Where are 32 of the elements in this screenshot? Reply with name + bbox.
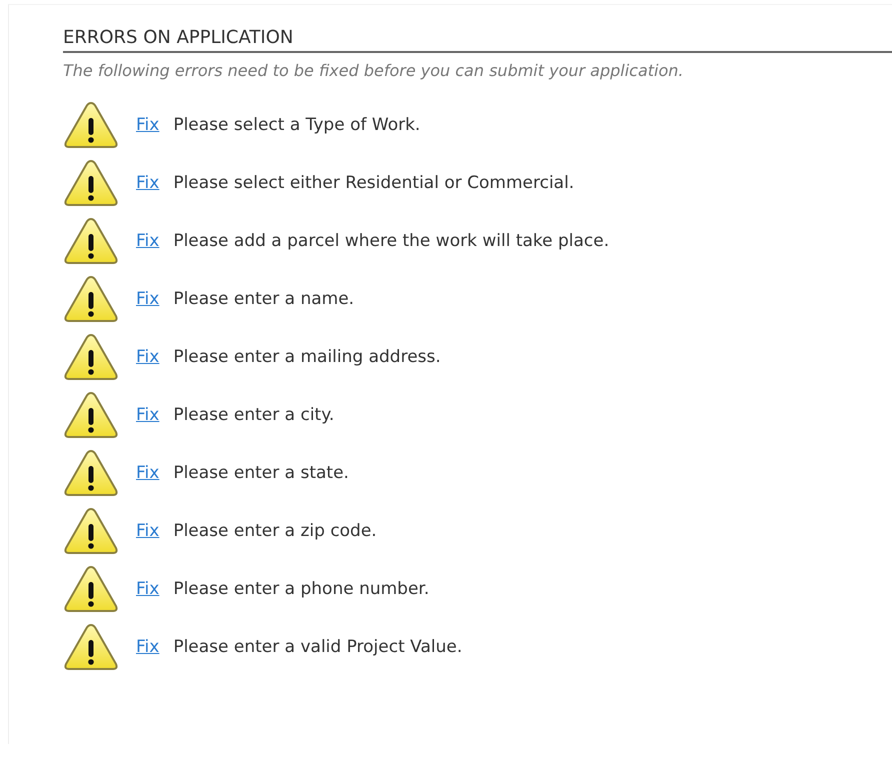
- section-description: The following errors need to be fixed before you can submit your application.: [63, 61, 685, 80]
- fix-link[interactable]: Fix: [136, 231, 160, 251]
- warning-icon: [63, 216, 119, 266]
- warning-icon: [63, 274, 119, 324]
- error-message: Please enter a valid Project Value.: [173, 637, 462, 657]
- error-message: Please enter a zip code.: [173, 521, 377, 541]
- error-message: Please select either Residential or Commercial.: [173, 173, 574, 193]
- warning-icon: [63, 448, 119, 498]
- fix-link[interactable]: Fix: [136, 173, 160, 193]
- fix-link[interactable]: Fix: [136, 289, 160, 309]
- warning-icon: [63, 506, 119, 556]
- warning-icon: [63, 390, 119, 440]
- error-message: Please add a parcel where the work will take place.: [173, 231, 610, 251]
- warning-icon: [63, 158, 119, 208]
- fix-link[interactable]: Fix: [136, 115, 160, 135]
- fix-link[interactable]: Fix: [136, 405, 160, 425]
- fix-link[interactable]: Fix: [136, 579, 160, 599]
- fix-link[interactable]: Fix: [136, 463, 160, 483]
- error-message: Please enter a phone number.: [173, 579, 430, 599]
- warning-icon: [63, 332, 119, 382]
- error-message: Please enter a name.: [173, 289, 354, 309]
- section-title: ERRORS ON APPLICATION: [63, 27, 892, 53]
- error-message: Please enter a mailing address.: [173, 347, 441, 367]
- error-message: Please enter a city.: [173, 405, 334, 425]
- error-message: Please select a Type of Work.: [173, 115, 420, 135]
- fix-link[interactable]: Fix: [136, 637, 160, 657]
- error-message: Please enter a state.: [173, 463, 349, 483]
- warning-icon: [63, 564, 119, 614]
- fix-link[interactable]: Fix: [136, 347, 160, 367]
- warning-icon: [63, 622, 119, 672]
- fix-link[interactable]: Fix: [136, 521, 160, 541]
- warning-icon: [63, 100, 119, 150]
